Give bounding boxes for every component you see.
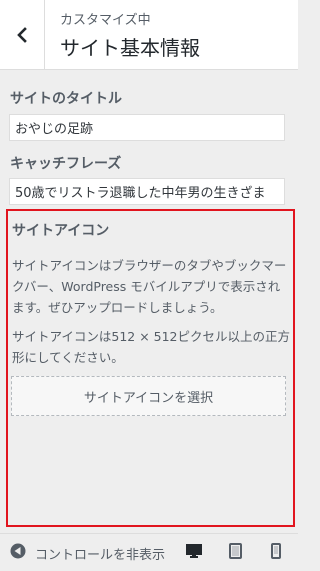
panel-title: サイト基本情報: [60, 36, 200, 60]
preview-tablet-button[interactable]: [221, 534, 249, 571]
customizer-panel: カスタマイズ中 サイト基本情報 サイトのタイトル キャッチフレーズ サイトアイコ…: [0, 0, 298, 571]
panel-footer: コントロールを非表示: [0, 533, 298, 571]
tagline-label: キャッチフレーズ: [10, 156, 122, 172]
desktop-icon: [186, 543, 202, 563]
select-site-icon-button[interactable]: サイトアイコンを選択: [11, 376, 286, 416]
panel-subtitle: カスタマイズ中: [60, 13, 151, 28]
collapse-sidebar-button[interactable]: コントロールを非表示: [10, 534, 165, 571]
tagline-input[interactable]: [9, 178, 285, 205]
mobile-icon: [271, 543, 281, 563]
site-title-label: サイトのタイトル: [10, 91, 122, 107]
site-title-input[interactable]: [9, 114, 285, 141]
collapse-label: コントロールを非表示: [35, 547, 166, 563]
site-icon-size-note: サイトアイコンは512 × 512ピクセル以上の正方形にしてください。: [12, 329, 291, 365]
tablet-icon: [228, 543, 242, 563]
site-icon-description: サイトアイコンはブラウザーのタブやブックマークバー、WordPress モバイル…: [12, 258, 287, 315]
chevron-left-icon: [16, 27, 28, 43]
arrow-left-circle-icon: [10, 543, 26, 563]
preview-desktop-button[interactable]: [180, 534, 208, 571]
site-icon-section: サイトアイコン サイトアイコンはブラウザーのタブやブックマークバー、WordPr…: [6, 209, 295, 527]
back-button[interactable]: [0, 0, 45, 70]
preview-mobile-button[interactable]: [262, 534, 290, 571]
panel-header: カスタマイズ中 サイト基本情報: [0, 0, 298, 70]
site-icon-heading: サイトアイコン: [12, 223, 110, 239]
